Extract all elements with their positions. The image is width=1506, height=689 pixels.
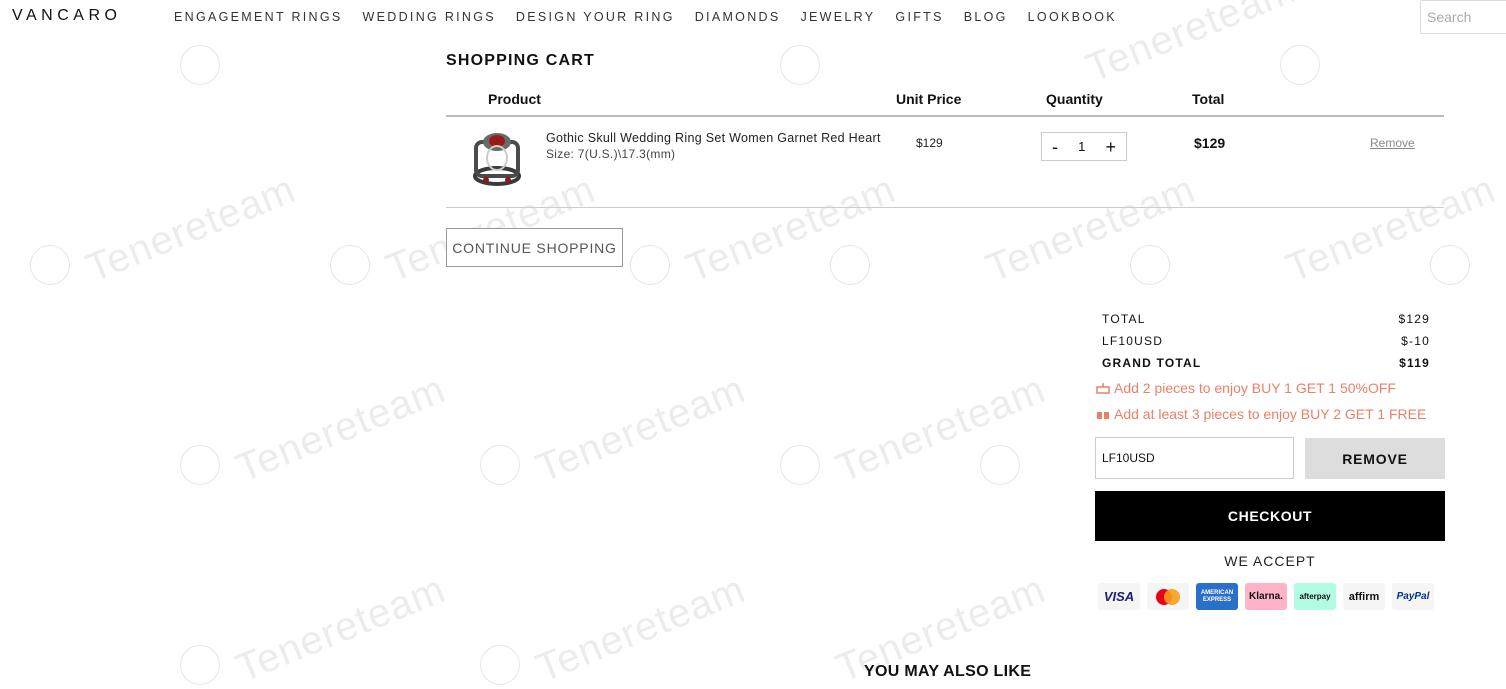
we-accept-label: WE ACCEPT xyxy=(1224,553,1316,569)
product-name[interactable]: Gothic Skull Wedding Ring Set Women Garn… xyxy=(546,131,881,145)
coupon-code-input[interactable] xyxy=(1095,437,1294,479)
nav-blog[interactable]: BLOG xyxy=(964,10,1008,24)
watermark-seal-icon xyxy=(180,445,220,485)
site-header: VANCARO ENGAGEMENT RINGS WEDDING RINGS D… xyxy=(0,0,1506,34)
promo-message: Add 2 pieces to enjoy BUY 1 GET 1 50%OFF xyxy=(1096,380,1396,396)
nav-engagement-rings[interactable]: ENGAGEMENT RINGS xyxy=(174,10,343,24)
summary-grand-total-row: GRAND TOTAL $119 xyxy=(1102,356,1430,370)
mastercard-logo xyxy=(1156,588,1180,605)
affirm-icon: affirm xyxy=(1343,583,1385,610)
watermark-text: Tenereteam xyxy=(980,167,1202,291)
gift-icon xyxy=(1097,409,1109,419)
watermark-seal-icon xyxy=(480,645,520,685)
unit-price: $129 xyxy=(916,136,943,150)
nav-diamonds[interactable]: DIAMONDS xyxy=(695,10,781,24)
promo-message: Add at least 3 pieces to enjoy BUY 2 GET… xyxy=(1096,406,1426,422)
watermark-text: Tenereteam xyxy=(230,367,452,491)
watermark-seal-icon xyxy=(1130,245,1170,285)
watermark-seal-icon xyxy=(180,645,220,685)
mastercard-icon xyxy=(1147,583,1189,610)
summary-total-row: TOTAL $129 xyxy=(1102,312,1430,326)
watermark-seal-icon xyxy=(30,245,70,285)
promo-text: Add at least 3 pieces to enjoy BUY 2 GET… xyxy=(1114,406,1427,422)
summary-discount-row: LF10USD $-10 xyxy=(1102,334,1430,348)
site-logo[interactable]: VANCARO xyxy=(12,7,121,25)
watermark-text: Tenereteam xyxy=(230,567,452,689)
summary-grand-total-value: $119 xyxy=(1399,356,1430,370)
summary-discount-value: $-10 xyxy=(1401,334,1430,348)
column-header-unit-price: Unit Price xyxy=(896,91,962,107)
klarna-icon: Klarna. xyxy=(1245,583,1287,610)
remove-coupon-button[interactable]: REMOVE xyxy=(1305,438,1445,479)
watermark-text: Tenereteam xyxy=(680,167,902,291)
watermark-text: Tenereteam xyxy=(80,167,302,291)
product-size: Size: 7(U.S.)\17.3(mm) xyxy=(546,147,676,161)
amex-icon: AMERICAN EXPRESS xyxy=(1196,583,1238,610)
watermark-seal-icon xyxy=(1430,245,1470,285)
watermark-seal-icon xyxy=(480,445,520,485)
summary-total-label: TOTAL xyxy=(1102,312,1146,326)
watermark-seal-icon xyxy=(630,245,670,285)
main-nav: ENGAGEMENT RINGS WEDDING RINGS DESIGN YO… xyxy=(174,10,1137,24)
column-header-product: Product xyxy=(488,91,541,107)
product-ring-image[interactable] xyxy=(468,128,526,190)
watermark-seal-icon xyxy=(780,445,820,485)
promo-text: Add 2 pieces to enjoy BUY 1 GET 1 50%OFF xyxy=(1114,380,1396,396)
remove-item-link[interactable]: Remove xyxy=(1370,136,1415,150)
nav-gifts[interactable]: GIFTS xyxy=(895,10,943,24)
watermark-seal-icon xyxy=(180,45,220,85)
paypal-icon: PayPal xyxy=(1392,583,1434,610)
you-may-also-like-heading: YOU MAY ALSO LIKE xyxy=(864,663,1032,680)
column-header-quantity: Quantity xyxy=(1046,91,1103,107)
divider xyxy=(446,115,1444,117)
quantity-value[interactable]: 1 xyxy=(1078,139,1085,154)
watermark-text: Tenereteam xyxy=(530,367,752,491)
watermark-text: Tenereteam xyxy=(830,367,1052,491)
watermark-seal-icon xyxy=(1280,45,1320,85)
search-input[interactable] xyxy=(1420,0,1506,34)
summary-grand-total-label: GRAND TOTAL xyxy=(1102,356,1202,370)
watermark-seal-icon xyxy=(830,245,870,285)
cake-icon xyxy=(1096,383,1110,394)
quantity-increase-button[interactable]: + xyxy=(1105,138,1116,156)
watermark-text: Tenereteam xyxy=(530,567,752,689)
watermark-seal-icon xyxy=(980,445,1020,485)
visa-icon: VISA xyxy=(1098,583,1140,610)
nav-wedding-rings[interactable]: WEDDING RINGS xyxy=(363,10,496,24)
continue-shopping-button[interactable]: CONTINUE SHOPPING xyxy=(446,228,623,267)
divider xyxy=(446,207,1444,208)
quantity-stepper: - 1 + xyxy=(1041,132,1127,161)
watermark-seal-icon xyxy=(780,45,820,85)
summary-total-value: $129 xyxy=(1398,312,1430,326)
nav-lookbook[interactable]: LOOKBOOK xyxy=(1028,10,1117,24)
nav-design-your-ring[interactable]: DESIGN YOUR RING xyxy=(516,10,675,24)
column-header-total: Total xyxy=(1192,91,1225,107)
line-total: $129 xyxy=(1194,135,1226,151)
checkout-button[interactable]: CHECKOUT xyxy=(1095,491,1445,541)
nav-jewelry[interactable]: JEWELRY xyxy=(801,10,876,24)
quantity-decrease-button[interactable]: - xyxy=(1052,138,1058,156)
summary-discount-label: LF10USD xyxy=(1102,334,1164,348)
afterpay-icon: afterpay xyxy=(1294,583,1336,610)
watermark-text: Tenereteam xyxy=(1280,167,1502,291)
payment-methods: VISA AMERICAN EXPRESS Klarna. afterpay a… xyxy=(1098,583,1441,610)
page-title: SHOPPING CART xyxy=(446,52,595,69)
watermark-seal-icon xyxy=(330,245,370,285)
